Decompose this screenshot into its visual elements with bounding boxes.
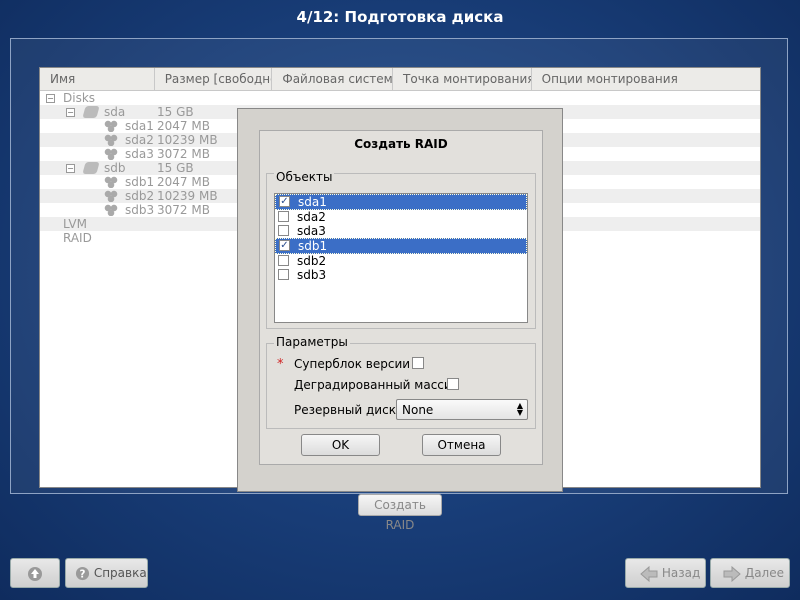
list-item-sda2[interactable]: sda2 [275,210,527,224]
tree-row-disks[interactable]: − Disks [40,91,760,105]
create-raid-dialog: Создать RAID Объекты ✓ sda1 sda2 sda3 ✓ … [237,108,563,492]
objects-list[interactable]: ✓ sda1 sda2 sda3 ✓ sdb1 sdb2 sdb3 [274,193,528,323]
arrow-right-icon [723,565,741,582]
back-button[interactable]: Назад [625,558,706,588]
checkbox-sdb2[interactable] [278,255,289,266]
up-button[interactable] [10,558,60,588]
spinner-arrows-icon: ▲ ▼ [516,401,523,417]
collapse-icon[interactable]: − [66,164,75,173]
help-icon: ? [75,566,90,580]
arrow-up-icon [28,566,42,581]
degraded-label: Деградированный массив [294,378,459,392]
checkbox-sda1[interactable]: ✓ [279,196,290,207]
checkbox-sda2[interactable] [278,211,289,222]
list-item-sdb1[interactable]: ✓ sdb1 [275,238,527,254]
column-header-mountpoint[interactable]: Точка монтирования [393,68,532,90]
collapse-icon[interactable]: − [66,108,75,117]
column-header-name[interactable]: Имя [40,68,155,90]
next-button[interactable]: Далее [710,558,790,588]
checkbox-sdb1[interactable]: ✓ [279,240,290,251]
partition-icon [104,120,118,132]
partition-icon [104,204,118,216]
tree-header: Имя Размер [свободно] Файловая система Т… [40,68,760,91]
create-raid-button[interactable]: Создать RAID [358,494,442,532]
partition-icon [104,148,118,160]
back-label: Назад [661,566,701,580]
params-group-title: Параметры [274,335,350,349]
disk-icon [82,162,100,174]
svg-text:?: ? [80,568,86,580]
spare-disk-value: None [402,403,434,417]
spare-disk-label: Резервный диск [294,403,396,417]
superblock-label: Суперблок версии 1 [294,357,422,371]
arrow-left-icon [640,565,658,582]
list-item-sda1[interactable]: ✓ sda1 [275,194,527,210]
list-item-sdb2[interactable]: sdb2 [275,254,527,268]
superblock-checkbox[interactable] [412,357,424,369]
dialog-title: Создать RAID [354,137,448,151]
checkbox-sdb3[interactable] [278,269,289,280]
spare-disk-select[interactable]: None ▲ ▼ [396,399,528,420]
partition-icon [104,134,118,146]
column-header-size[interactable]: Размер [свободно] [155,68,273,90]
help-button[interactable]: ? Справка [65,558,148,588]
partition-icon [104,176,118,188]
degraded-checkbox[interactable] [447,378,459,390]
ok-button[interactable]: OK [301,434,380,456]
next-label: Далее [744,566,784,580]
list-item-sda3[interactable]: sda3 [275,224,527,238]
disk-icon [82,106,100,118]
column-header-mount-options[interactable]: Опции монтирования [532,68,760,90]
checkbox-sda3[interactable] [278,225,289,236]
collapse-icon[interactable]: − [46,94,55,103]
help-label: Справка [93,566,147,580]
required-asterisk: * [277,357,284,372]
page-title: 4/12: Подготовка диска [296,8,504,26]
partition-icon [104,190,118,202]
list-item-sdb3[interactable]: sdb3 [275,268,527,282]
cancel-button[interactable]: Отмена [422,434,501,456]
column-header-filesystem[interactable]: Файловая система [272,68,394,90]
objects-group-title: Объекты [274,170,335,184]
